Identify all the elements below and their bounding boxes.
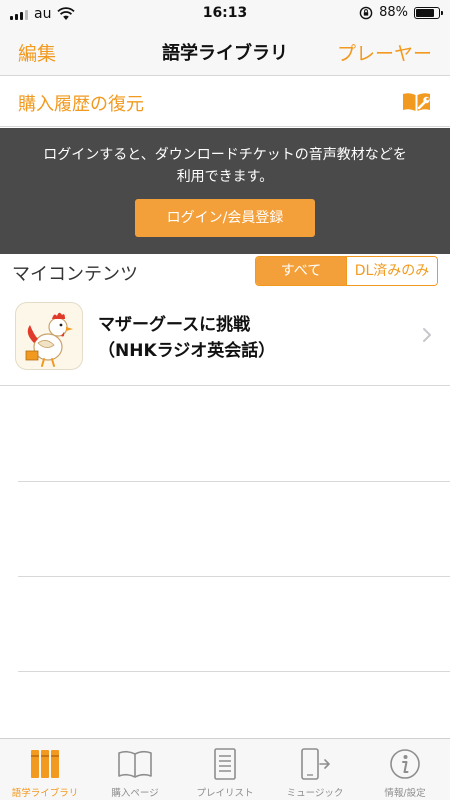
open-book-icon bbox=[118, 750, 152, 778]
filter-all-tab[interactable]: すべて bbox=[256, 257, 346, 285]
login-register-button[interactable]: ログイン/会員登録 bbox=[135, 199, 315, 237]
tab-label: 語学ライブラリ bbox=[11, 788, 79, 799]
edit-button[interactable]: 編集 bbox=[18, 39, 56, 66]
tab-label: 情報/設定 bbox=[384, 788, 426, 799]
my-contents-title: マイコンテンツ bbox=[12, 264, 138, 285]
list-separator bbox=[18, 576, 450, 577]
tab-label: 購入ページ bbox=[111, 788, 159, 799]
tab-purchase-page[interactable]: 購入ページ bbox=[90, 739, 180, 800]
tab-bar: 語学ライブラリ 購入ページ プレイリスト ミュージック 情報/設定 bbox=[0, 738, 450, 800]
tab-info-settings[interactable]: 情報/設定 bbox=[360, 739, 450, 800]
books-icon bbox=[31, 750, 59, 778]
rotation-lock-icon bbox=[359, 6, 373, 19]
rooster-thumbnail bbox=[15, 302, 83, 370]
phone-export-icon bbox=[301, 748, 330, 780]
filter-segmented-control: すべて DL済みのみ bbox=[255, 256, 438, 286]
list-item[interactable]: マザーグースに挑戦 （NHKラジオ英会話） bbox=[0, 290, 450, 386]
player-button[interactable]: プレーヤー bbox=[337, 39, 432, 66]
tab-language-library[interactable]: 語学ライブラリ bbox=[0, 739, 90, 800]
item-title-line1: マザーグースに挑戦 bbox=[98, 315, 251, 335]
my-contents-header: マイコンテンツ すべて DL済みのみ bbox=[0, 254, 450, 290]
list-icon bbox=[214, 748, 236, 780]
book-wrench-icon bbox=[403, 93, 430, 111]
battery-percent: 88% bbox=[379, 5, 408, 20]
restore-purchases-label: 購入履歴の復元 bbox=[18, 94, 144, 115]
info-icon bbox=[390, 749, 420, 779]
item-title: マザーグースに挑戦 （NHKラジオ英会話） bbox=[98, 312, 275, 364]
battery-icon bbox=[414, 6, 443, 19]
restore-purchases-row[interactable]: 購入履歴の復元 bbox=[0, 77, 450, 127]
status-bar: au 16:13 88% bbox=[0, 0, 450, 28]
tab-playlist[interactable]: プレイリスト bbox=[180, 739, 270, 800]
login-banner: ログインすると、ダウンロードチケットの音声教材などを 利用できます。 ログイン/… bbox=[0, 128, 450, 254]
tab-label: プレイリスト bbox=[196, 788, 254, 799]
list-separator bbox=[18, 671, 450, 672]
tab-label: ミュージック bbox=[286, 788, 344, 799]
tab-music[interactable]: ミュージック bbox=[270, 739, 360, 800]
login-message: ログインすると、ダウンロードチケットの音声教材などを 利用できます。 bbox=[43, 147, 407, 185]
navigation-bar: 編集 語学ライブラリ プレーヤー bbox=[0, 28, 450, 76]
list-separator bbox=[18, 481, 450, 482]
status-right: 88% bbox=[359, 5, 443, 20]
chevron-right-icon bbox=[423, 328, 431, 342]
item-title-line2: （NHKラジオ英会話） bbox=[98, 341, 276, 361]
filter-downloaded-tab[interactable]: DL済みのみ bbox=[346, 257, 437, 285]
